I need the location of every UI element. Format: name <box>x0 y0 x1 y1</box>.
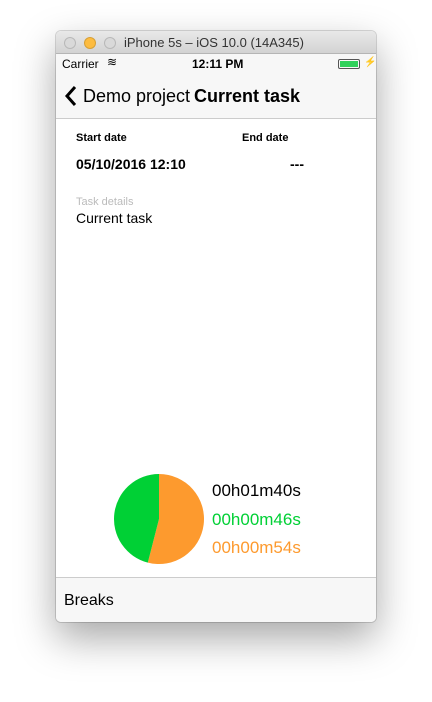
start-date-label: Start date <box>76 132 127 144</box>
window-title: iPhone 5s – iOS 10.0 (14A345) <box>124 35 304 50</box>
bottom-bar: Breaks <box>56 577 376 622</box>
chevron-left-icon <box>64 86 77 106</box>
charging-icon: ⚡ <box>364 57 376 68</box>
carrier: Carrier <box>62 57 99 71</box>
page-title: Current task <box>194 86 301 106</box>
task-details-label: Task details <box>76 196 134 208</box>
break-time: 00h00m54s <box>212 538 301 557</box>
close-button[interactable] <box>64 37 76 49</box>
pie-chart <box>114 474 204 564</box>
end-date-value: --- <box>290 156 304 172</box>
title-bar: iPhone 5s – iOS 10.0 (14A345) <box>56 31 376 54</box>
zoom-button[interactable] <box>104 37 116 49</box>
end-date-label: End date <box>242 132 289 144</box>
clock: 12:11 PM <box>192 57 244 71</box>
start-date-value: 05/10/2016 12:10 <box>76 156 186 172</box>
breaks-button[interactable]: Breaks <box>64 592 114 610</box>
navigation-bar: Demo project Current task <box>56 74 376 119</box>
back-button[interactable]: Demo project <box>64 85 190 107</box>
back-label: Demo project <box>83 85 191 106</box>
work-time: 00h00m46s <box>212 510 301 529</box>
minimize-button[interactable] <box>84 37 96 49</box>
wifi-icon: ≋ <box>107 55 118 69</box>
simulator-window: iPhone 5s – iOS 10.0 (14A345) Carrier ≋ … <box>56 31 376 622</box>
battery-icon <box>338 59 360 69</box>
task-details-value: Current task <box>76 210 153 226</box>
total-time: 00h01m40s <box>212 481 301 500</box>
status-bar: Carrier ≋ 12:11 PM ⚡ <box>56 54 376 74</box>
